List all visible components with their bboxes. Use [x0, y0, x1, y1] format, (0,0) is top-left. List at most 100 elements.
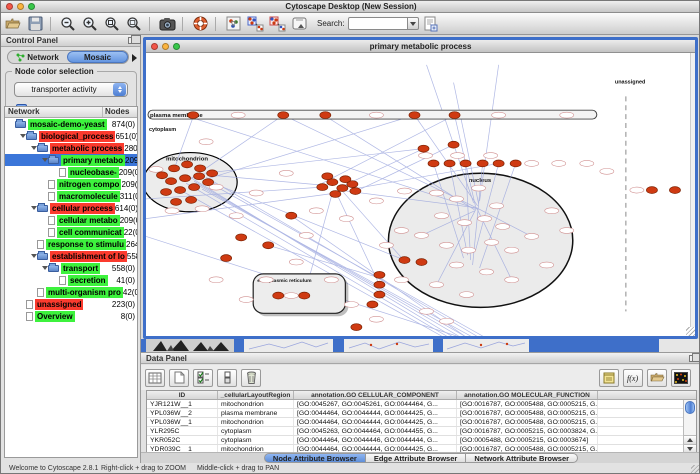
gene-node-unselected[interactable]: [289, 259, 303, 265]
gene-node-unselected[interactable]: [490, 203, 504, 209]
gene-node-unselected[interactable]: [600, 168, 614, 174]
gene-node[interactable]: [399, 257, 410, 264]
tree-item-primary-metabo[interactable]: primary metabo209(...: [5, 154, 137, 166]
help-button[interactable]: [190, 15, 210, 33]
gene-node[interactable]: [166, 178, 177, 185]
canvas-vertical-scrollbar[interactable]: [690, 53, 695, 336]
resize-grip-icon[interactable]: [691, 465, 700, 474]
network-edge[interactable]: [322, 115, 454, 183]
tree-item-transport[interactable]: transport558(0): [5, 262, 137, 274]
gene-node[interactable]: [646, 187, 657, 194]
tree-item-cell-communicat[interactable]: cell communicat22(0): [5, 226, 137, 238]
gene-node-unselected[interactable]: [484, 153, 498, 159]
network-edge[interactable]: [268, 245, 379, 278]
gene-node[interactable]: [161, 189, 172, 196]
gene-node-unselected[interactable]: [259, 277, 273, 283]
tab-edge-attribute-browser[interactable]: Edge Attribute Browser: [366, 453, 466, 463]
gene-node[interactable]: [330, 191, 341, 198]
gene-node[interactable]: [186, 196, 197, 203]
gene-node[interactable]: [374, 271, 385, 278]
gene-node[interactable]: [286, 212, 297, 219]
gene-node-unselected[interactable]: [540, 262, 554, 268]
gene-node[interactable]: [182, 161, 193, 168]
gene-node[interactable]: [175, 187, 186, 194]
snapshot-button[interactable]: [157, 15, 177, 33]
tree-item-multi-organism-pro[interactable]: multi-organism pro42(0): [5, 286, 137, 298]
gene-node-unselected[interactable]: [451, 153, 465, 159]
gene-node[interactable]: [180, 175, 191, 182]
gene-node-unselected[interactable]: [505, 247, 519, 253]
scrollbar-thumb[interactable]: [685, 401, 695, 414]
zoom-selected-button[interactable]: [102, 15, 122, 33]
table-row[interactable]: YPL036W__2plasma membrane[GO:0044464, GO…: [147, 409, 696, 418]
tree-item-cellular-process[interactable]: cellular process614(0): [5, 202, 137, 214]
gene-node[interactable]: [299, 292, 310, 299]
tree-col-network[interactable]: Network: [5, 107, 103, 117]
gene-node-unselected[interactable]: [239, 297, 253, 303]
gene-node[interactable]: [448, 141, 459, 148]
gene-node-unselected[interactable]: [324, 277, 338, 283]
float-panel-icon[interactable]: [128, 37, 136, 44]
gene-node-unselected[interactable]: [440, 242, 454, 248]
gene-node[interactable]: [157, 172, 168, 179]
tree-item-cellular-metabo[interactable]: cellular metabo209(0): [5, 214, 137, 226]
notes-button[interactable]: [599, 369, 619, 387]
gene-node[interactable]: [374, 281, 385, 288]
advanced-search-button[interactable]: [421, 15, 441, 33]
gene-node-unselected[interactable]: [450, 262, 464, 268]
gene-node[interactable]: [263, 242, 274, 249]
gene-node[interactable]: [477, 160, 488, 167]
tree-item-biological-process[interactable]: biological_process651(0): [5, 130, 137, 142]
gene-node[interactable]: [322, 173, 333, 180]
gene-node-unselected[interactable]: [560, 228, 574, 234]
gene-node[interactable]: [350, 188, 361, 195]
tree-item-overview[interactable]: Overview8(0): [5, 310, 137, 322]
gene-node-unselected[interactable]: [231, 112, 245, 118]
gene-node-unselected[interactable]: [435, 213, 449, 219]
table-row[interactable]: YLR295Ccytoplasm[GO:0045263, GO:0044464,…: [147, 427, 696, 436]
gene-node-unselected[interactable]: [379, 242, 393, 248]
vizmapper-button[interactable]: [289, 15, 309, 33]
col-go-molecular-function[interactable]: annotation.GO MOLECULAR_FUNCTION: [457, 391, 598, 399]
tree-col-nodes[interactable]: Nodes: [103, 107, 137, 117]
disclosure-triangle-icon[interactable]: [30, 145, 37, 152]
annotation-button[interactable]: [223, 15, 243, 33]
gene-node-unselected[interactable]: [394, 228, 408, 234]
network-window-titlebar[interactable]: primary metabolic process: [146, 40, 695, 53]
gene-node-unselected[interactable]: [199, 139, 213, 145]
gene-node[interactable]: [203, 179, 214, 186]
open-session-button[interactable]: [3, 15, 23, 33]
search-input[interactable]: [348, 17, 408, 30]
save-session-button[interactable]: [25, 15, 45, 33]
disclosure-triangle-icon[interactable]: [19, 133, 26, 140]
gene-node-unselected[interactable]: [458, 220, 472, 226]
gene-node[interactable]: [194, 173, 205, 180]
gene-node[interactable]: [367, 301, 378, 308]
gene-node-unselected[interactable]: [462, 247, 476, 253]
gene-node[interactable]: [449, 112, 460, 119]
disclosure-triangle-icon[interactable]: [41, 157, 48, 164]
gene-node-unselected[interactable]: [480, 269, 494, 275]
gene-node[interactable]: [374, 291, 385, 298]
tree-item-nucleobase-[interactable]: nucleobase-209(0): [5, 166, 137, 178]
gene-node[interactable]: [510, 160, 521, 167]
tab-network-attribute-browser[interactable]: Network Attribute Browser: [466, 453, 578, 463]
disclosure-triangle-icon[interactable]: [30, 205, 37, 212]
table-vertical-scrollbar[interactable]: [683, 400, 696, 453]
tab-network[interactable]: Network: [8, 51, 67, 63]
gene-node-unselected[interactable]: [344, 301, 358, 307]
gene-node[interactable]: [195, 165, 206, 172]
zoom-out-button[interactable]: [58, 15, 78, 33]
gene-node-unselected[interactable]: [414, 232, 428, 238]
create-attribute-button[interactable]: [169, 369, 189, 387]
gene-node-unselected[interactable]: [209, 277, 223, 283]
gene-node-unselected[interactable]: [165, 208, 179, 214]
table-row[interactable]: YJR121W__1mitochondrion[GO:0045267, GO:0…: [147, 400, 696, 409]
gene-node-unselected[interactable]: [369, 198, 383, 204]
gene-node[interactable]: [460, 160, 471, 167]
gene-node[interactable]: [320, 112, 331, 119]
gene-node-unselected[interactable]: [279, 170, 293, 176]
gene-node[interactable]: [337, 185, 348, 192]
tab-mosaic[interactable]: Mosaic: [67, 51, 128, 63]
hide-selected-button[interactable]: [245, 15, 265, 33]
